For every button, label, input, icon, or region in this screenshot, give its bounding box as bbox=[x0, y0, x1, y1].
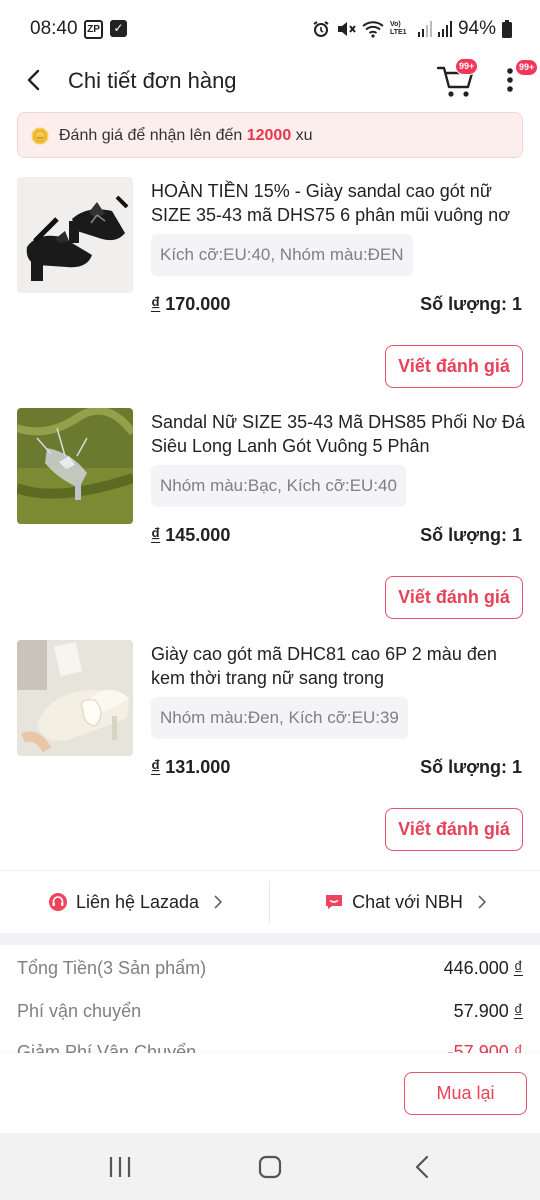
product-quantity: Số lượng: 1 bbox=[420, 294, 522, 314]
bottom-action-bar: Mua lại bbox=[0, 1053, 540, 1133]
more-badge: 99+ bbox=[515, 59, 539, 76]
shipping-value: 57.900 ₫ bbox=[454, 1001, 523, 1022]
battery-icon bbox=[502, 20, 512, 38]
product-image[interactable] bbox=[17, 640, 133, 756]
product-title[interactable]: Giày cao gót mã DHC81 cao 6P 2 màu đen k… bbox=[151, 642, 526, 690]
shipping-label: Phí vận chuyển bbox=[17, 1001, 142, 1021]
battery-percent: 94% bbox=[457, 18, 496, 39]
ship-discount-label: Giảm Phí Vận Chuyển bbox=[17, 1042, 197, 1053]
order-summary: Tổng Tiền(3 Sản phẩm) 446.000 ₫ Phí vận … bbox=[0, 945, 540, 1053]
home-icon[interactable] bbox=[255, 1153, 285, 1181]
total-label: Tổng Tiền(3 Sản phẩm) bbox=[17, 958, 207, 978]
coin-icon bbox=[31, 127, 49, 145]
price-value: 170.000 bbox=[165, 294, 231, 314]
product-image[interactable] bbox=[17, 408, 133, 524]
currency-symbol: ₫ bbox=[513, 1042, 523, 1053]
write-review-button[interactable]: Viết đánh giá bbox=[385, 576, 523, 619]
product-variant: Nhóm màu:Đen, Kích cỡ:EU:39 bbox=[151, 697, 408, 739]
product-price: ₫ 145.000 bbox=[151, 525, 230, 546]
system-nav-bar bbox=[0, 1133, 540, 1200]
volte-label: Vo) LTE1 bbox=[389, 21, 407, 36]
back-nav-icon[interactable] bbox=[408, 1153, 438, 1181]
contact-lazada-label: Liên hệ Lazada bbox=[75, 891, 200, 912]
mute-icon bbox=[337, 22, 356, 36]
banner-highlight: 12000 bbox=[246, 127, 292, 144]
product-quantity: Số lượng: 1 bbox=[420, 757, 522, 777]
status-bar: 08:40 ZP ✓ Vo) LTE1 94% bbox=[0, 0, 540, 58]
contact-lazada-button[interactable]: Liên hệ Lazada bbox=[0, 871, 270, 933]
section-separator bbox=[0, 933, 540, 945]
write-review-button[interactable]: Viết đánh giá bbox=[385, 345, 523, 388]
order-item: HOÀN TIỀN 15% - Giày sandal cao gót nữ S… bbox=[0, 177, 540, 407]
product-price: ₫ 131.000 bbox=[151, 757, 230, 778]
ship-discount-value: -57.900 ₫ bbox=[448, 1042, 523, 1053]
currency-symbol: ₫ bbox=[151, 525, 161, 545]
chat-seller-label: Chat với NBH bbox=[352, 891, 463, 912]
back-arrow-icon[interactable] bbox=[20, 66, 48, 94]
ship-discount-amount: -57.900 bbox=[447, 1042, 509, 1053]
price-value: 145.000 bbox=[165, 525, 231, 545]
currency-symbol: ₫ bbox=[151, 294, 161, 314]
product-price: ₫ 170.000 bbox=[151, 294, 230, 315]
divider bbox=[269, 881, 270, 923]
product-variant: Nhóm màu:Bạc, Kích cỡ:EU:40 bbox=[151, 465, 406, 507]
total-value: 446.000 ₫ bbox=[444, 958, 523, 979]
chat-seller-button[interactable]: Chat với NBH bbox=[270, 871, 540, 933]
chat-icon bbox=[326, 895, 343, 909]
banner-suffix: xu bbox=[295, 127, 313, 144]
product-variant: Kích cỡ:EU:40, Nhóm màu:ĐEN bbox=[151, 234, 413, 276]
alarm-icon bbox=[313, 21, 329, 37]
recent-apps-icon[interactable] bbox=[105, 1153, 135, 1181]
order-item: Giày cao gót mã DHC81 cao 6P 2 màu đen k… bbox=[0, 640, 540, 870]
shipping-amount: 57.900 bbox=[453, 1001, 509, 1021]
banner-text: Đánh giá để nhận lên đến 12000 xu bbox=[59, 127, 313, 145]
product-title[interactable]: HOÀN TIỀN 15% - Giày sandal cao gót nữ S… bbox=[151, 179, 526, 227]
cart-badge: 99+ bbox=[455, 58, 479, 75]
currency-symbol: ₫ bbox=[513, 958, 523, 978]
page-title: Chi tiết đơn hàng bbox=[68, 68, 237, 93]
signal-icon-1 bbox=[417, 21, 432, 37]
status-time: 08:40 bbox=[30, 18, 78, 39]
product-quantity: Số lượng: 1 bbox=[420, 525, 522, 545]
review-reward-banner[interactable]: Đánh giá để nhận lên đến 12000 xu bbox=[17, 112, 523, 158]
chevron-right-icon bbox=[214, 895, 223, 909]
chevron-right-icon bbox=[478, 895, 486, 909]
zalopay-icon: ZP bbox=[84, 20, 103, 39]
contact-row: Liên hệ Lazada Chat với NBH bbox=[0, 871, 540, 933]
product-image[interactable] bbox=[17, 177, 133, 293]
signal-icon-2 bbox=[437, 21, 452, 37]
buy-again-button[interactable]: Mua lại bbox=[404, 1072, 527, 1115]
price-value: 131.000 bbox=[165, 757, 231, 777]
status-icons: Vo) LTE1 94% bbox=[312, 18, 512, 40]
currency-symbol: ₫ bbox=[513, 1001, 523, 1021]
order-item: Sandal Nữ SIZE 35-43 Mã DHS85 Phối Nơ Đá… bbox=[0, 408, 540, 638]
wifi-icon bbox=[362, 21, 384, 38]
checkbox-notification-icon: ✓ bbox=[110, 20, 127, 37]
headset-icon bbox=[48, 893, 67, 911]
product-title[interactable]: Sandal Nữ SIZE 35-43 Mã DHS85 Phối Nơ Đá… bbox=[151, 410, 526, 458]
total-amount: 446.000 bbox=[443, 958, 509, 978]
banner-prefix: Đánh giá để nhận lên đến bbox=[59, 127, 243, 144]
currency-symbol: ₫ bbox=[151, 757, 161, 777]
write-review-button[interactable]: Viết đánh giá bbox=[385, 808, 523, 851]
